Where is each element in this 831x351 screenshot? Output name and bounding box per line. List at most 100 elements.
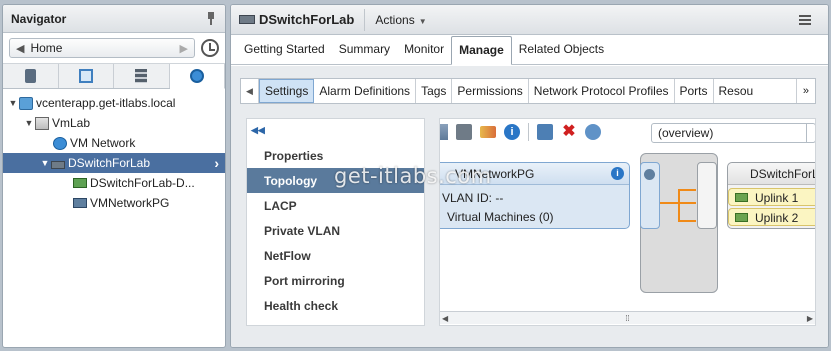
connection-line [678, 189, 696, 191]
home-button[interactable]: ◀ Home ▶ [9, 38, 195, 58]
scroll-left-icon[interactable]: ◀ [442, 314, 448, 323]
view-select-value: (overview) [658, 126, 714, 140]
collapse-icon[interactable]: ◀◀ [247, 119, 424, 143]
tab-hosts-clusters[interactable] [3, 64, 59, 88]
switch-port-group-connector [640, 162, 660, 229]
settings-item-health-check[interactable]: Health check [247, 293, 424, 318]
info-icon[interactable]: i [611, 167, 624, 180]
tab-getting-started[interactable]: Getting Started [237, 42, 332, 64]
main-tabs: Getting Started Summary Monitor Manage R… [231, 35, 828, 65]
switch-uplink-connector [697, 162, 717, 229]
virtual-machines-text[interactable]: Virtual Machines (0) [440, 205, 629, 224]
view-select[interactable]: (overview) [651, 123, 815, 143]
storage-icon [135, 69, 148, 83]
connection-line [678, 220, 696, 222]
port-group-icon [73, 198, 87, 208]
subtab-ports[interactable]: Ports [675, 79, 714, 103]
distributed-switch-icon [239, 15, 255, 24]
horizontal-scrollbar[interactable]: ◀ ⁞⁞ ▶ [440, 311, 815, 324]
scroll-left-icon[interactable]: ◀ [241, 79, 259, 103]
networking-icon [189, 69, 204, 83]
navigator-tabs [3, 63, 225, 89]
subtab-permissions[interactable]: Permissions [452, 79, 529, 103]
port-group-box[interactable]: VMNetworkPG i VLAN ID: -- Virtual Machin… [440, 162, 630, 229]
network-adapter-icon[interactable] [585, 124, 601, 140]
port-group-mini-icon [644, 169, 655, 180]
tab-related-objects[interactable]: Related Objects [512, 42, 611, 64]
tab-monitor[interactable]: Monitor [397, 42, 451, 64]
tree-item-uplinks-pg[interactable]: DSwitchForLab-D... [3, 173, 225, 193]
settings-item-port-mirroring[interactable]: Port mirroring [247, 268, 424, 293]
uplink-icon [735, 213, 748, 222]
expand-icon[interactable]: ▼ [23, 118, 35, 128]
settings-item-netflow[interactable]: NetFlow [247, 243, 424, 268]
pin-icon[interactable] [205, 11, 217, 26]
network-icon [53, 136, 67, 150]
port-group-icon [73, 178, 87, 188]
main-panel: DSwitchForLab Actions ▼ Getting Started S… [230, 4, 829, 348]
inventory-tree: ▼ vcenterapp.get-itlabs.local ▼ VmLab VM… [3, 89, 225, 213]
tab-networking[interactable] [169, 64, 225, 89]
vlan-id-text: VLAN ID: -- [442, 191, 504, 205]
actions-label: Actions [375, 12, 415, 27]
uplink-2[interactable]: Uplink 2 [728, 208, 815, 226]
chevron-right-icon[interactable]: › [214, 155, 219, 171]
uplinks-box[interactable]: DSwitchForLab Uplink 1 Uplink 2 [727, 162, 815, 229]
subtab-alarm-definitions[interactable]: Alarm Definitions [314, 79, 417, 103]
tree-item-dswitch[interactable]: ▼ DSwitchForLab › [3, 153, 225, 173]
actions-menu[interactable]: Actions ▼ [375, 13, 426, 27]
settings-item-properties[interactable]: Properties [247, 143, 424, 168]
navigator-home-row: ◀ Home ▶ [3, 33, 225, 63]
remove-icon[interactable]: ✖ [561, 124, 577, 140]
tree-item-vcenter[interactable]: ▼ vcenterapp.get-itlabs.local [3, 93, 225, 113]
uplink-label: Uplink 2 [755, 211, 799, 225]
history-icon[interactable] [201, 39, 219, 57]
more-tabs-icon[interactable]: » [797, 79, 815, 103]
port-group-name: VMNetworkPG [455, 167, 535, 181]
subtab-settings[interactable]: Settings [259, 79, 315, 103]
expand-icon[interactable]: ▼ [39, 158, 51, 168]
settings-item-private-vlan[interactable]: Private VLAN [247, 218, 424, 243]
edit-icon[interactable] [440, 124, 448, 140]
manage-subtabs: ◀ Settings Alarm Definitions Tags Permis… [240, 78, 816, 104]
uplink-label: Uplink 1 [755, 191, 799, 205]
object-title: DSwitchForLab [259, 12, 355, 27]
manage-content: ◀ Settings Alarm Definitions Tags Permis… [231, 66, 828, 347]
navigator-title: Navigator [11, 11, 67, 26]
subtab-tags[interactable]: Tags [416, 79, 453, 103]
object-header: DSwitchForLab Actions ▼ [231, 5, 828, 35]
tab-summary[interactable]: Summary [332, 42, 397, 64]
forward-chevron-icon[interactable]: ▶ [180, 42, 188, 55]
tree-item-vm-network[interactable]: VM Network [3, 133, 225, 153]
tree-item-datacenter[interactable]: ▼ VmLab [3, 113, 225, 133]
expand-icon[interactable]: ▼ [7, 98, 19, 108]
tree-item-label: VmLab [52, 116, 91, 130]
tab-storage[interactable] [114, 64, 170, 88]
settings-list: ◀◀ Properties Topology LACP Private VLAN… [246, 118, 425, 326]
filter-icon[interactable] [480, 126, 496, 138]
tree-item-label: VM Network [70, 136, 136, 150]
tree-item-vmnetworkpg[interactable]: VMNetworkPG [3, 193, 225, 213]
vcenter-icon [19, 96, 33, 110]
distributed-switch-icon [51, 160, 65, 169]
panel-menu-icon[interactable] [794, 11, 820, 29]
scroll-grip-icon[interactable]: ⁞⁞ [625, 314, 629, 323]
scroll-right-icon[interactable]: ▶ [807, 314, 813, 323]
home-label: Home [30, 41, 63, 55]
navigator-panel: Navigator ◀ Home ▶ ▼ vcenterapp.get-itla… [2, 4, 226, 348]
info-icon[interactable]: i [504, 124, 520, 140]
uplink-1[interactable]: Uplink 1 [728, 188, 815, 206]
add-host-icon[interactable] [537, 124, 553, 140]
tab-manage[interactable]: Manage [451, 36, 512, 65]
settings-item-lacp[interactable]: LACP [247, 193, 424, 218]
back-chevron-icon: ◀ [16, 42, 25, 55]
tab-vms-templates[interactable] [59, 64, 114, 88]
navigator-header: Navigator [3, 5, 225, 33]
hosts-clusters-icon [24, 69, 36, 83]
datacenter-icon [35, 116, 49, 130]
subtab-network-protocol-profiles[interactable]: Network Protocol Profiles [529, 79, 675, 103]
tree-item-label: vcenterapp.get-itlabs.local [36, 96, 176, 110]
subtab-resources[interactable]: Resou [714, 79, 797, 103]
migrate-icon[interactable] [456, 124, 472, 140]
settings-item-topology[interactable]: Topology [247, 168, 424, 193]
